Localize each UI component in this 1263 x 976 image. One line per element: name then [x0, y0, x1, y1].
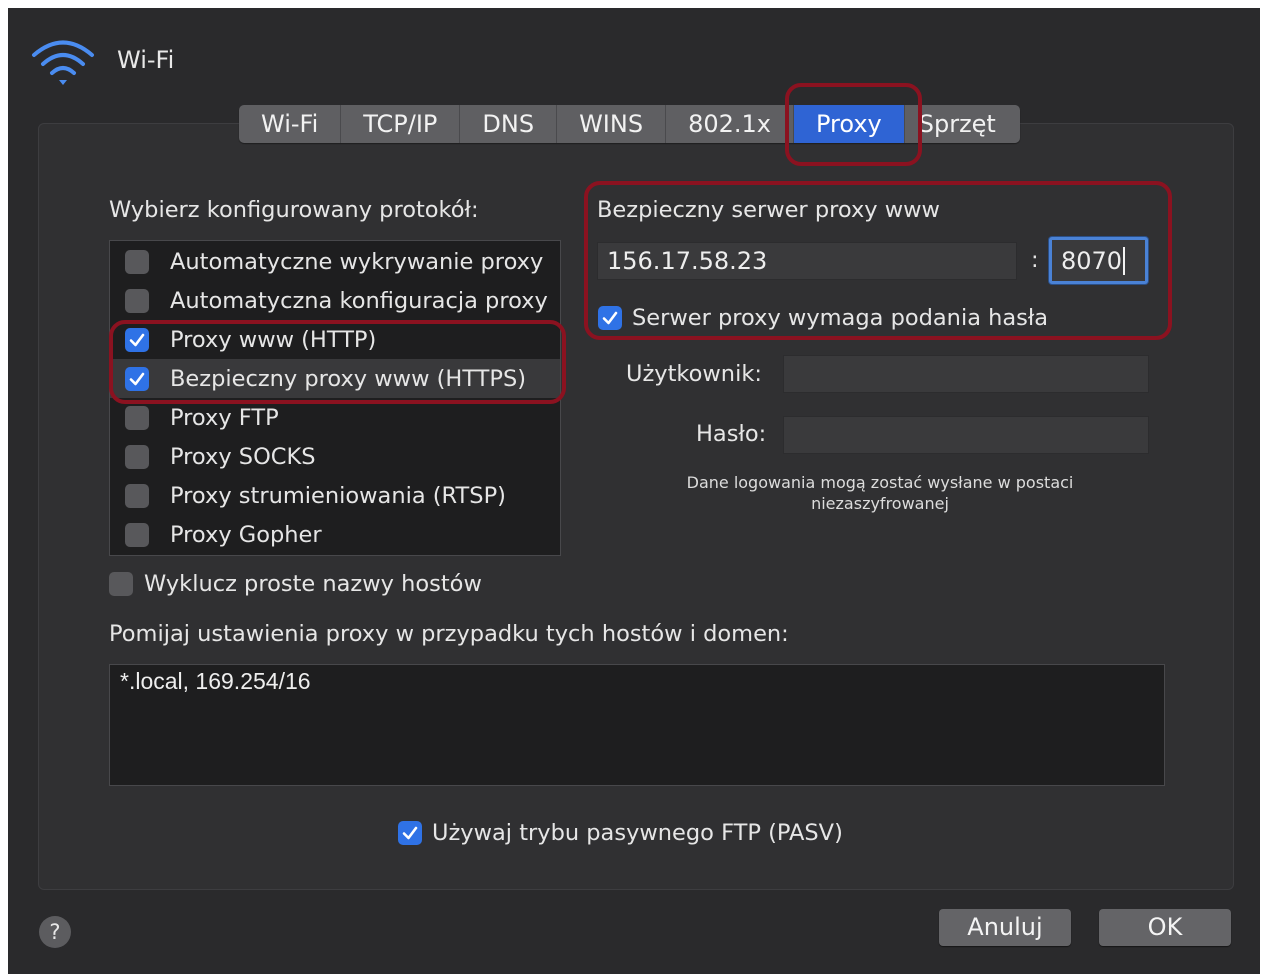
pasv-row[interactable]: Używaj trybu pasywnego FTP (PASV) [398, 820, 843, 846]
protocol-item-auto-detect[interactable]: Automatyczne wykrywanie proxy [110, 242, 560, 281]
user-label: Użytkownik: [626, 361, 762, 387]
protocol-label: Proxy Gopher [170, 521, 322, 548]
pasv-checkbox[interactable] [398, 821, 422, 845]
protocol-item-gopher[interactable]: Proxy Gopher [110, 515, 560, 554]
protocol-item-socks[interactable]: Proxy SOCKS [110, 437, 560, 476]
protocol-label: Automatyczna konfiguracja proxy [170, 287, 548, 314]
pasv-label: Używaj trybu pasywnego FTP (PASV) [432, 820, 843, 846]
checkbox[interactable] [125, 405, 149, 430]
tab-wifi[interactable]: Wi-Fi [239, 105, 342, 143]
password-label: Hasło: [696, 421, 767, 447]
ok-button[interactable]: OK [1099, 909, 1231, 946]
protocol-label: Bezpieczny proxy www (HTTPS) [170, 365, 527, 392]
bypass-hosts-textarea[interactable]: *.local, 169.254/16 [109, 664, 1165, 786]
checkbox[interactable] [125, 483, 149, 508]
requires-password-checkbox[interactable] [598, 306, 622, 330]
proxy-port-value: 8070 [1061, 246, 1123, 275]
checkbox[interactable] [125, 444, 149, 469]
credentials-warning-note: Dane logowania mogą zostać wysłane w pos… [686, 473, 1074, 513]
protocol-item-https[interactable]: Bezpieczny proxy www (HTTPS) [110, 359, 560, 398]
proxy-host-value: 156.17.58.23 [607, 247, 768, 275]
checkbox[interactable] [125, 249, 149, 274]
proxy-port-input[interactable]: 8070 [1049, 237, 1148, 284]
checkmark-icon [602, 311, 618, 325]
window-title: Wi-Fi [117, 46, 175, 74]
text-caret [1123, 246, 1126, 275]
checkmark-icon [129, 333, 145, 346]
protocol-label: Proxy FTP [170, 404, 279, 431]
checkmark-icon [129, 372, 145, 385]
checkmark-icon [402, 826, 418, 840]
tab-tcpip[interactable]: TCP/IP [341, 105, 461, 143]
tab-proxy[interactable]: Proxy [793, 105, 905, 143]
tab-wins[interactable]: WINS [557, 105, 667, 143]
protocol-list-heading: Wybierz konfigurowany protokół: [109, 197, 479, 223]
requires-password-checkbox-row[interactable]: Serwer proxy wymaga podania hasła [598, 305, 1048, 331]
tab-bar: Wi-Fi TCP/IP DNS WINS 802.1x Proxy Sprzę… [239, 105, 1020, 143]
cancel-button[interactable]: Anuluj [939, 909, 1071, 946]
wifi-icon [32, 40, 94, 85]
protocol-label: Proxy SOCKS [170, 443, 316, 470]
host-port-separator: : [1031, 247, 1039, 273]
proxy-host-input[interactable]: 156.17.58.23 [597, 242, 1017, 280]
protocol-item-http[interactable]: Proxy www (HTTP) [110, 320, 560, 359]
user-field[interactable] [783, 355, 1149, 393]
protocol-item-rtsp[interactable]: Proxy strumieniowania (RTSP) [110, 476, 560, 515]
protocol-label: Proxy www (HTTP) [170, 326, 377, 353]
protocol-label: Automatyczne wykrywanie proxy [170, 248, 544, 275]
exclude-simple-checkbox[interactable] [109, 572, 133, 596]
requires-password-label: Serwer proxy wymaga podania hasła [632, 305, 1049, 331]
protocol-label: Proxy strumieniowania (RTSP) [170, 482, 506, 509]
tab-sprzet[interactable]: Sprzęt [905, 105, 1020, 143]
help-button[interactable]: ? [39, 916, 71, 948]
protocol-list[interactable]: Automatyczne wykrywanie proxy Automatycz… [109, 240, 561, 556]
exclude-simple-label: Wyklucz proste nazwy hostów [144, 571, 482, 597]
checkbox[interactable] [125, 522, 149, 547]
password-field[interactable] [783, 416, 1149, 454]
protocol-item-auto-config[interactable]: Automatyczna konfiguracja proxy [110, 281, 560, 320]
server-heading: Bezpieczny serwer proxy www [597, 197, 940, 223]
checkbox[interactable] [125, 288, 149, 313]
checkbox-checked[interactable] [125, 366, 149, 391]
checkbox-checked[interactable] [125, 327, 149, 352]
tab-dns[interactable]: DNS [460, 105, 558, 143]
bypass-label: Pomijaj ustawienia proxy w przypadku tyc… [109, 621, 789, 647]
exclude-simple-row[interactable]: Wyklucz proste nazwy hostów [109, 571, 482, 597]
tab-8021x[interactable]: 802.1x [666, 105, 794, 143]
protocol-item-ftp[interactable]: Proxy FTP [110, 398, 560, 437]
